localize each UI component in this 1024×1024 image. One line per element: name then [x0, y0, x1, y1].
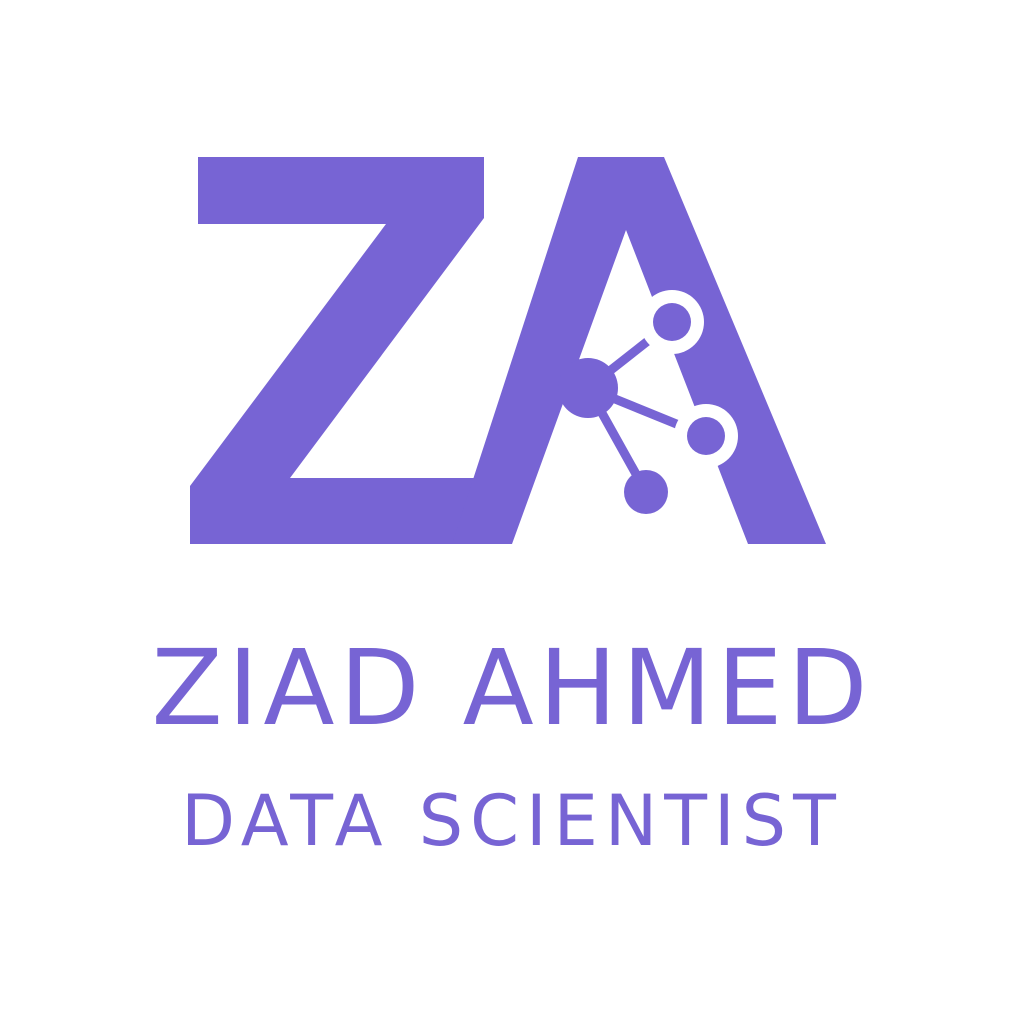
person-name: ZIAD AHMED: [151, 627, 873, 749]
za-monogram-logo: [190, 157, 826, 544]
logo-canvas: ZIAD AHMED DATA SCIENTIST: [0, 0, 1024, 1024]
job-title: DATA SCIENTIST: [181, 780, 843, 862]
node-bottom: [624, 470, 668, 514]
letter-z: [190, 157, 498, 544]
hub-node: [558, 358, 618, 418]
